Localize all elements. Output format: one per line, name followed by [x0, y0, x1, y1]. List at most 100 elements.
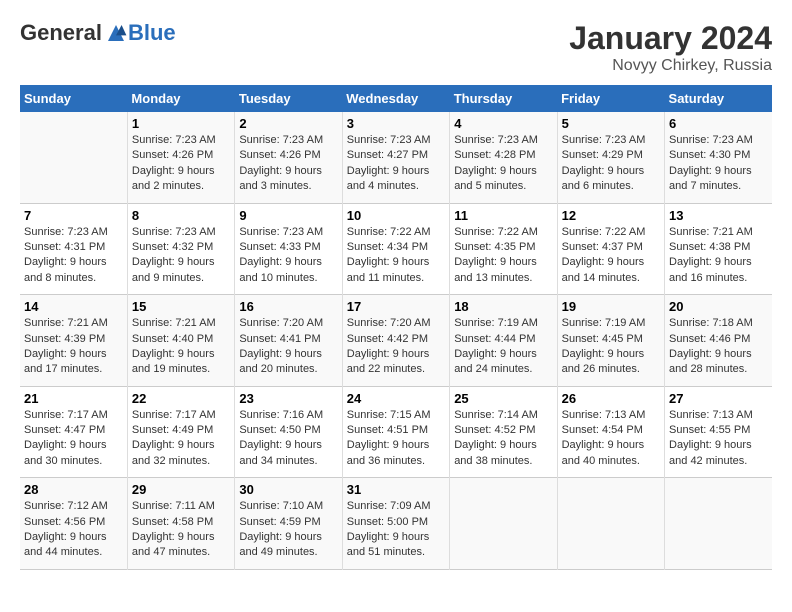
title-block: January 2024 Novyy Chirkey, Russia	[569, 20, 772, 75]
day-number: 25	[454, 391, 552, 406]
calendar-cell: 26 Sunrise: 7:13 AM Sunset: 4:54 PM Dayli…	[557, 386, 664, 478]
calendar-cell: 9Sunrise: 7:23 AM Sunset: 4:33 PM Daylig…	[235, 203, 342, 295]
day-number: 11	[454, 208, 552, 223]
day-header-wednesday: Wednesday	[342, 85, 449, 112]
day-info: Sunrise: 7:13 AM Sunset: 4:55 PM Dayligh…	[669, 408, 768, 470]
day-info: Sunrise: 7:22 AM Sunset: 4:37 PM Dayligh…	[562, 225, 660, 287]
day-info: Sunrise: 7:19 AM Sunset: 4:45 PM Dayligh…	[562, 316, 660, 378]
day-number: 17	[347, 299, 445, 314]
day-number: 21	[24, 391, 123, 406]
calendar-cell: 12 Sunrise: 7:22 AM Sunset: 4:37 PM Dayli…	[557, 203, 664, 295]
day-number: 20	[669, 299, 768, 314]
day-header-saturday: Saturday	[665, 85, 772, 112]
day-number: 18	[454, 299, 552, 314]
day-info: Sunrise: 7:17 AM Sunset: 4:49 PM Dayligh…	[132, 408, 230, 470]
day-info: Sunrise: 7:21 AM Sunset: 4:38 PM Dayligh…	[669, 225, 768, 287]
calendar-cell: 4Sunrise: 7:23 AM Sunset: 4:28 PM Daylig…	[450, 112, 557, 203]
day-info: Sunrise: 7:23 AM Sunset: 4:28 PM Dayligh…	[454, 133, 552, 195]
day-number: 22	[132, 391, 230, 406]
calendar-cell: 6Sunrise: 7:23 AM Sunset: 4:30 PM Daylig…	[665, 112, 772, 203]
day-header-thursday: Thursday	[450, 85, 557, 112]
day-number: 7	[24, 208, 123, 223]
calendar-cell: 20 Sunrise: 7:18 AM Sunset: 4:46 PM Dayli…	[665, 295, 772, 387]
calendar-cell	[557, 478, 664, 570]
calendar-cell: 16Sunrise: 7:20 AM Sunset: 4:41 PM Dayli…	[235, 295, 342, 387]
day-number: 14	[24, 299, 123, 314]
calendar-cell: 2 Sunrise: 7:23 AM Sunset: 4:26 PM Daylig…	[235, 112, 342, 203]
calendar-cell: 27 Sunrise: 7:13 AM Sunset: 4:55 PM Dayli…	[665, 386, 772, 478]
calendar-cell: 18 Sunrise: 7:19 AM Sunset: 4:44 PM Dayli…	[450, 295, 557, 387]
day-number: 28	[24, 482, 123, 497]
day-info: Sunrise: 7:23 AM Sunset: 4:26 PM Dayligh…	[132, 133, 230, 195]
day-header-tuesday: Tuesday	[235, 85, 342, 112]
day-number: 1	[132, 116, 230, 131]
calendar-cell: 7 Sunrise: 7:23 AM Sunset: 4:31 PM Daylig…	[20, 203, 127, 295]
calendar-cell: 30Sunrise: 7:10 AM Sunset: 4:59 PM Dayli…	[235, 478, 342, 570]
day-info: Sunrise: 7:21 AM Sunset: 4:40 PM Dayligh…	[132, 316, 230, 378]
calendar-cell: 11 Sunrise: 7:22 AM Sunset: 4:35 PM Dayli…	[450, 203, 557, 295]
calendar-cell: 21 Sunrise: 7:17 AM Sunset: 4:47 PM Dayli…	[20, 386, 127, 478]
calendar-header-row: SundayMondayTuesdayWednesdayThursdayFrid…	[20, 85, 772, 112]
day-number: 5	[562, 116, 660, 131]
day-info: Sunrise: 7:13 AM Sunset: 4:54 PM Dayligh…	[562, 408, 660, 470]
day-number: 6	[669, 116, 768, 131]
calendar-cell: 19Sunrise: 7:19 AM Sunset: 4:45 PM Dayli…	[557, 295, 664, 387]
calendar-week-row: 28 Sunrise: 7:12 AM Sunset: 4:56 PM Dayli…	[20, 478, 772, 570]
day-number: 8	[132, 208, 230, 223]
page-header: General Blue January 2024 Novyy Chirkey,…	[20, 20, 772, 75]
calendar-cell: 24 Sunrise: 7:15 AM Sunset: 4:51 PM Dayli…	[342, 386, 449, 478]
calendar-cell: 15 Sunrise: 7:21 AM Sunset: 4:40 PM Dayli…	[127, 295, 234, 387]
calendar-week-row: 21 Sunrise: 7:17 AM Sunset: 4:47 PM Dayli…	[20, 386, 772, 478]
calendar-cell: 1 Sunrise: 7:23 AM Sunset: 4:26 PM Daylig…	[127, 112, 234, 203]
calendar-cell: 8Sunrise: 7:23 AM Sunset: 4:32 PM Daylig…	[127, 203, 234, 295]
calendar-week-row: 7 Sunrise: 7:23 AM Sunset: 4:31 PM Daylig…	[20, 203, 772, 295]
day-info: Sunrise: 7:12 AM Sunset: 4:56 PM Dayligh…	[24, 499, 123, 561]
day-number: 23	[239, 391, 337, 406]
logo-blue: Blue	[128, 20, 176, 46]
day-number: 10	[347, 208, 445, 223]
day-header-friday: Friday	[557, 85, 664, 112]
day-number: 27	[669, 391, 768, 406]
day-info: Sunrise: 7:18 AM Sunset: 4:46 PM Dayligh…	[669, 316, 768, 378]
day-info: Sunrise: 7:09 AM Sunset: 5:00 PM Dayligh…	[347, 499, 445, 561]
day-info: Sunrise: 7:21 AM Sunset: 4:39 PM Dayligh…	[24, 316, 123, 378]
day-info: Sunrise: 7:19 AM Sunset: 4:44 PM Dayligh…	[454, 316, 552, 378]
day-info: Sunrise: 7:23 AM Sunset: 4:27 PM Dayligh…	[347, 133, 445, 195]
day-info: Sunrise: 7:15 AM Sunset: 4:51 PM Dayligh…	[347, 408, 445, 470]
calendar-table: SundayMondayTuesdayWednesdayThursdayFrid…	[20, 85, 772, 570]
day-info: Sunrise: 7:14 AM Sunset: 4:52 PM Dayligh…	[454, 408, 552, 470]
month-year: January 2024	[569, 20, 772, 57]
day-info: Sunrise: 7:23 AM Sunset: 4:33 PM Dayligh…	[239, 225, 337, 287]
calendar-cell: 28 Sunrise: 7:12 AM Sunset: 4:56 PM Dayli…	[20, 478, 127, 570]
day-info: Sunrise: 7:23 AM Sunset: 4:31 PM Dayligh…	[24, 225, 123, 287]
day-info: Sunrise: 7:22 AM Sunset: 4:35 PM Dayligh…	[454, 225, 552, 287]
calendar-cell: 5Sunrise: 7:23 AM Sunset: 4:29 PM Daylig…	[557, 112, 664, 203]
calendar-cell: 14 Sunrise: 7:21 AM Sunset: 4:39 PM Dayli…	[20, 295, 127, 387]
day-number: 15	[132, 299, 230, 314]
day-info: Sunrise: 7:16 AM Sunset: 4:50 PM Dayligh…	[239, 408, 337, 470]
logo: General Blue	[20, 20, 176, 46]
calendar-cell: 17Sunrise: 7:20 AM Sunset: 4:42 PM Dayli…	[342, 295, 449, 387]
day-header-monday: Monday	[127, 85, 234, 112]
calendar-cell: 29Sunrise: 7:11 AM Sunset: 4:58 PM Dayli…	[127, 478, 234, 570]
calendar-cell: 25 Sunrise: 7:14 AM Sunset: 4:52 PM Dayli…	[450, 386, 557, 478]
day-info: Sunrise: 7:10 AM Sunset: 4:59 PM Dayligh…	[239, 499, 337, 561]
location: Novyy Chirkey, Russia	[569, 57, 772, 75]
day-number: 12	[562, 208, 660, 223]
day-number: 3	[347, 116, 445, 131]
calendar-cell	[20, 112, 127, 203]
day-header-sunday: Sunday	[20, 85, 127, 112]
calendar-cell	[665, 478, 772, 570]
logo-general: General	[20, 20, 102, 46]
day-number: 13	[669, 208, 768, 223]
day-info: Sunrise: 7:17 AM Sunset: 4:47 PM Dayligh…	[24, 408, 123, 470]
calendar-cell: 3 Sunrise: 7:23 AM Sunset: 4:27 PM Daylig…	[342, 112, 449, 203]
day-number: 31	[347, 482, 445, 497]
day-number: 26	[562, 391, 660, 406]
day-info: Sunrise: 7:11 AM Sunset: 4:58 PM Dayligh…	[132, 499, 230, 561]
logo-icon	[104, 21, 128, 45]
day-number: 24	[347, 391, 445, 406]
day-info: Sunrise: 7:23 AM Sunset: 4:26 PM Dayligh…	[239, 133, 337, 195]
day-number: 2	[239, 116, 337, 131]
calendar-cell: 31 Sunrise: 7:09 AM Sunset: 5:00 PM Dayli…	[342, 478, 449, 570]
